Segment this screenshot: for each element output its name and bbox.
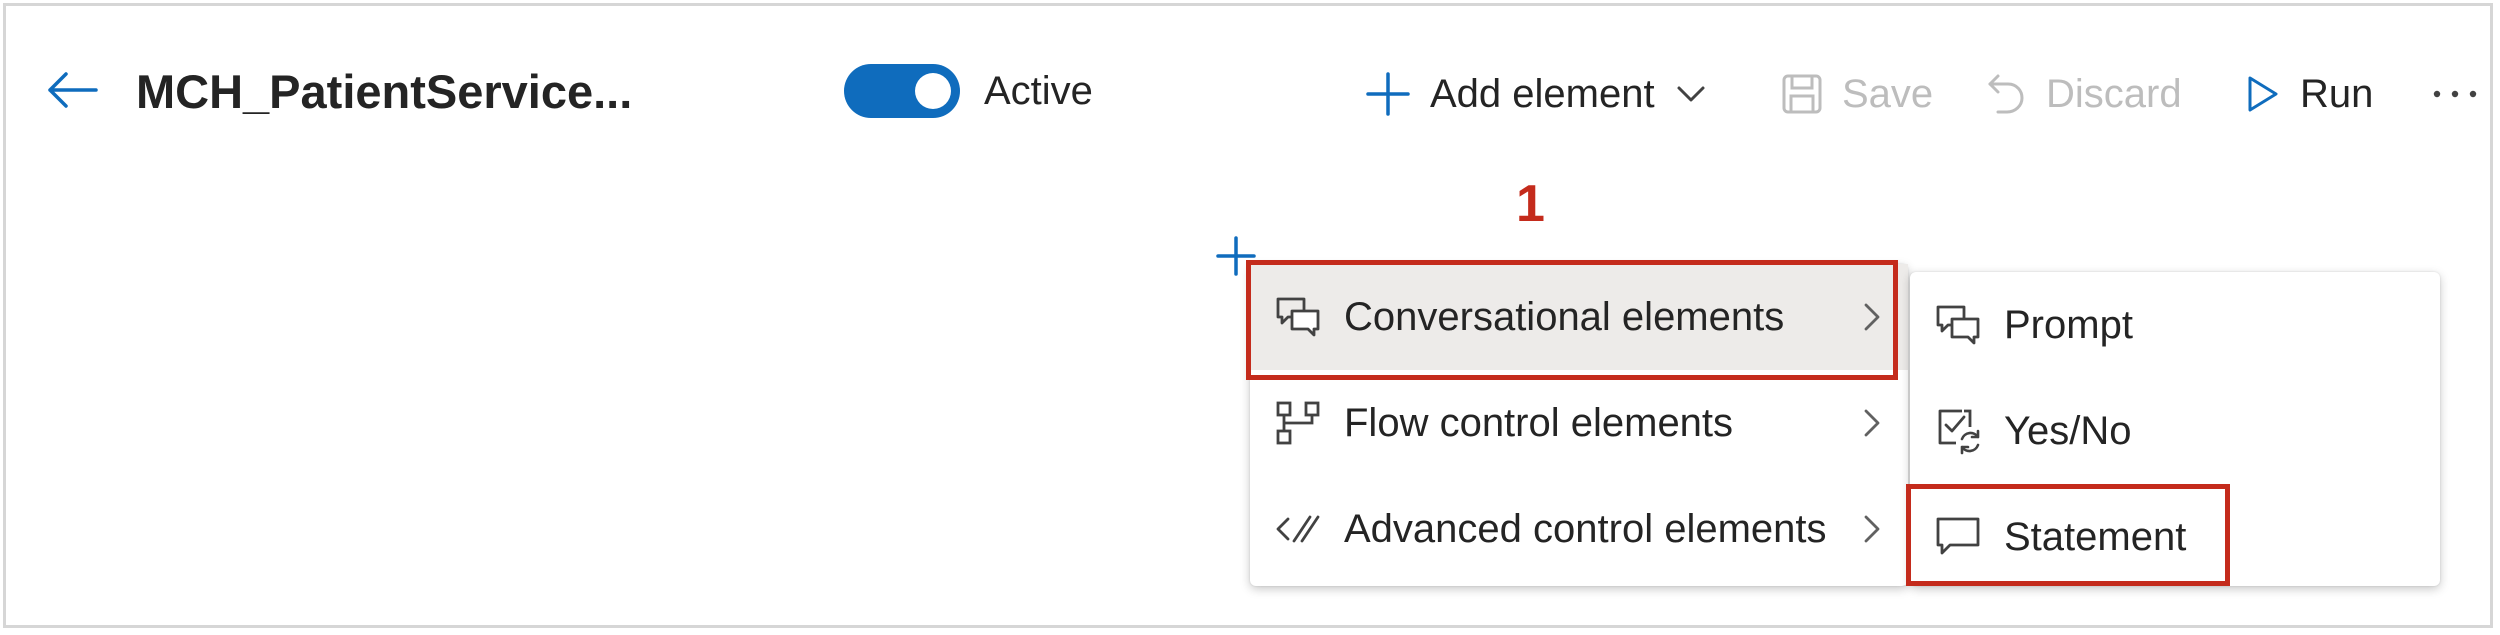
more-options-button[interactable] [2430,62,2480,126]
discard-button[interactable]: Discard [1984,62,2182,126]
save-label: Save [1842,71,1934,116]
discard-label: Discard [2046,71,2182,116]
plus-icon [1366,72,1410,116]
active-toggle[interactable] [844,64,960,118]
flow-icon [1270,395,1326,451]
screenshot-frame: MCH_PatientService... Active Add element… [3,3,2493,628]
more-icon [2433,90,2477,98]
submenu-item-label: Statement [2004,514,2187,559]
submenu-item-label: Prompt [2004,302,2133,347]
menu-item-advanced-control-elements[interactable]: Advanced control elements [1250,476,1908,582]
yes-no-icon [1930,403,1986,459]
run-label: Run [2300,71,2374,116]
back-button[interactable] [40,58,104,122]
chevron-down-icon [1677,86,1705,102]
play-icon [2248,76,2278,112]
submenu-item-statement[interactable]: Statement [1910,484,2440,590]
menu-item-flow-control-elements[interactable]: Flow control elements [1250,370,1908,476]
statement-icon [1930,509,1986,565]
add-element-label: Add element [1430,71,1655,116]
menu-item-label: Flow control elements [1344,400,1734,445]
save-icon [1782,74,1822,114]
menu-item-label: Conversational elements [1344,294,1785,339]
run-button[interactable]: Run [2242,62,2373,126]
add-element-menu: Conversational elements Flow control ele… [1250,264,1908,586]
prompt-icon [1930,297,1986,353]
toggle-label: Active [984,69,1093,113]
chevron-right-icon [1864,409,1880,437]
code-icon [1270,501,1326,557]
submenu-item-yes-no[interactable]: Yes/No [1910,378,2440,484]
step-1-annotation: 1 [1516,175,1545,233]
chevron-right-icon [1864,303,1880,331]
add-element-button[interactable]: Add element [1364,62,1709,126]
submenu-item-label: Yes/No [2004,408,2132,453]
conversation-icon [1270,289,1326,345]
toggle-knob [915,73,951,109]
save-button[interactable]: Save [1780,62,1933,126]
menu-item-label: Advanced control elements [1344,506,1827,551]
arrow-left-icon [48,72,98,108]
conversational-elements-submenu: Prompt Yes/No Statement [1910,272,2440,586]
undo-icon [1988,74,2024,114]
chevron-right-icon [1864,515,1880,543]
menu-item-conversational-elements[interactable]: Conversational elements [1250,264,1908,370]
submenu-item-prompt[interactable]: Prompt [1910,272,2440,378]
page-title: MCH_PatientService... [136,65,633,118]
